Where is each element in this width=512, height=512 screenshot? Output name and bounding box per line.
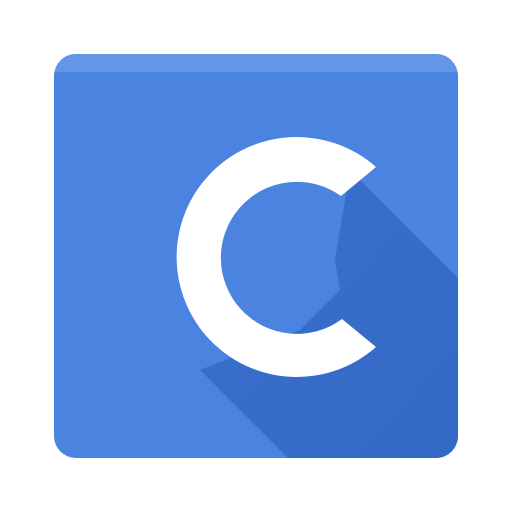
tile-rim — [54, 54, 458, 72]
icon-canvas — [0, 0, 512, 512]
letter-c-app-icon[interactable] — [0, 0, 512, 512]
